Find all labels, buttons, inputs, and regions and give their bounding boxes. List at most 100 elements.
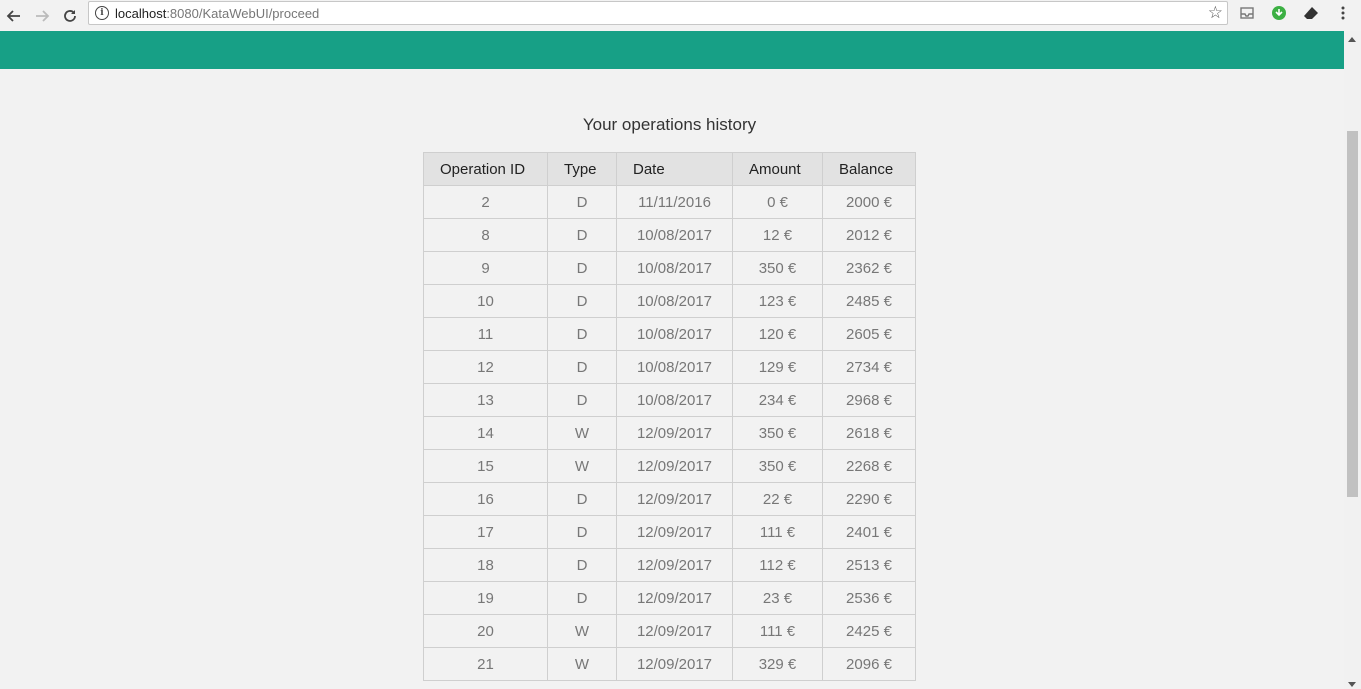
table-row: 20 W 12/09/2017 111 €2425 €	[423, 614, 916, 648]
table-row: 16 D 12/09/2017 22 €2290 €	[423, 482, 916, 516]
table-row: 17 D 12/09/2017 111 €2401 €	[423, 515, 916, 549]
table-cell: 10/08/2017	[616, 218, 733, 252]
table-cell: 2485 €	[822, 284, 916, 318]
table-cell: 12/09/2017	[616, 548, 733, 582]
scroll-down-arrow-icon[interactable]	[1348, 682, 1356, 687]
table-cell: 12/09/2017	[616, 614, 733, 648]
table-cell: 23 €	[732, 581, 823, 615]
eraser-icon[interactable]	[1302, 4, 1320, 22]
table-cell: 2000 €	[822, 185, 916, 219]
table-cell: 350 €	[732, 251, 823, 285]
table-row: 15 W 12/09/2017 350 €2268 €	[423, 449, 916, 483]
url-host: localhost	[115, 5, 167, 21]
reload-button[interactable]	[56, 4, 84, 28]
column-header: Balance	[822, 152, 916, 186]
page-title: Your operations history	[582, 115, 757, 134]
table-cell: 2968 €	[822, 383, 916, 417]
table-cell: 17	[423, 515, 548, 549]
extension-inbox-icon[interactable]	[1238, 4, 1256, 22]
table-cell: D	[547, 284, 617, 318]
table-cell: D	[547, 218, 617, 252]
table-cell: D	[547, 515, 617, 549]
table-cell: 2012 €	[822, 218, 916, 252]
table-cell: 2362 €	[822, 251, 916, 285]
table-cell: 2734 €	[822, 350, 916, 384]
table-cell: D	[547, 581, 617, 615]
vertical-scrollbar[interactable]	[1344, 31, 1361, 689]
table-cell: 2268 €	[822, 449, 916, 483]
column-header: Type	[547, 152, 617, 186]
table-cell: 13	[423, 383, 548, 417]
table-cell: 11/11/2016	[616, 185, 733, 219]
address-bar[interactable]: i localhost:8080/KataWebUI/proceed ☆	[88, 1, 1228, 25]
table-cell: 10/08/2017	[616, 284, 733, 318]
table-row: 11 D 10/08/2017 120 €2605 €	[423, 317, 916, 351]
table-cell: D	[547, 482, 617, 516]
table-cell: 8	[423, 218, 548, 252]
table-cell: 112 €	[732, 548, 823, 582]
table-cell: 350 €	[732, 416, 823, 450]
table-cell: 2096 €	[822, 647, 916, 681]
table-cell: 2605 €	[822, 317, 916, 351]
table-cell: 111 €	[732, 614, 823, 648]
table-cell: W	[547, 449, 617, 483]
back-button[interactable]	[0, 4, 28, 28]
back-arrow-icon	[6, 9, 20, 22]
table-cell: W	[547, 614, 617, 648]
table-cell: 0 €	[732, 185, 823, 219]
table-cell: 2401 €	[822, 515, 916, 549]
bookmark-star-icon[interactable]: ☆	[1208, 4, 1223, 22]
table-row: 10 D 10/08/2017 123 €2485 €	[423, 284, 916, 318]
table-cell: 22 €	[732, 482, 823, 516]
column-header: Amount	[732, 152, 823, 186]
menu-kebab-icon[interactable]	[1334, 4, 1352, 22]
table-cell: 12/09/2017	[616, 647, 733, 681]
table-cell: 329 €	[732, 647, 823, 681]
table-row: 21 W 12/09/2017 329 €2096 €	[423, 647, 916, 681]
table-cell: D	[547, 350, 617, 384]
table-cell: D	[547, 185, 617, 219]
table-cell: 10/08/2017	[616, 317, 733, 351]
reload-icon	[64, 9, 76, 22]
table-cell: 12 €	[732, 218, 823, 252]
table-cell: 15	[423, 449, 548, 483]
info-icon[interactable]: i	[95, 6, 109, 20]
scroll-up-arrow-icon[interactable]	[1348, 37, 1356, 42]
table-cell: 2618 €	[822, 416, 916, 450]
table-cell: 2	[423, 185, 548, 219]
table-cell: 12	[423, 350, 548, 384]
column-header: Operation ID	[423, 152, 548, 186]
table-cell: 10/08/2017	[616, 251, 733, 285]
table-header-row: Operation ID Type Date Amount Balance	[423, 152, 916, 186]
table-cell: D	[547, 548, 617, 582]
table-cell: 12/09/2017	[616, 449, 733, 483]
table-cell: 350 €	[732, 449, 823, 483]
browser-toolbar: i localhost:8080/KataWebUI/proceed ☆	[0, 0, 1361, 31]
table-cell: D	[547, 383, 617, 417]
table-cell: W	[547, 416, 617, 450]
forward-button[interactable]	[28, 4, 56, 28]
table-row: 2 D 11/11/2016 0 €2000 €	[423, 185, 916, 219]
table-cell: 12/09/2017	[616, 515, 733, 549]
table-cell: 10/08/2017	[616, 383, 733, 417]
operations-table: Operation ID Type Date Amount Balance 2 D 11/1…	[423, 152, 916, 681]
table-cell: 16	[423, 482, 548, 516]
table-cell: 111 €	[732, 515, 823, 549]
table-cell: W	[547, 647, 617, 681]
scroll-thumb[interactable]	[1347, 131, 1358, 497]
extension-green-icon[interactable]	[1270, 4, 1288, 22]
table-cell: 2536 €	[822, 581, 916, 615]
table-row: 9 D 10/08/2017 350 €2362 €	[423, 251, 916, 285]
table-cell: 12/09/2017	[616, 416, 733, 450]
table-row: 8 D 10/08/2017 12 €2012 €	[423, 218, 916, 252]
table-cell: 2290 €	[822, 482, 916, 516]
table-cell: 18	[423, 548, 548, 582]
column-header: Date	[616, 152, 733, 186]
table-cell: 10/08/2017	[616, 350, 733, 384]
table-cell: 129 €	[732, 350, 823, 384]
table-row: 18 D 12/09/2017 112 €2513 €	[423, 548, 916, 582]
table-cell: 2425 €	[822, 614, 916, 648]
table-cell: 120 €	[732, 317, 823, 351]
table-cell: 2513 €	[822, 548, 916, 582]
table-cell: D	[547, 317, 617, 351]
